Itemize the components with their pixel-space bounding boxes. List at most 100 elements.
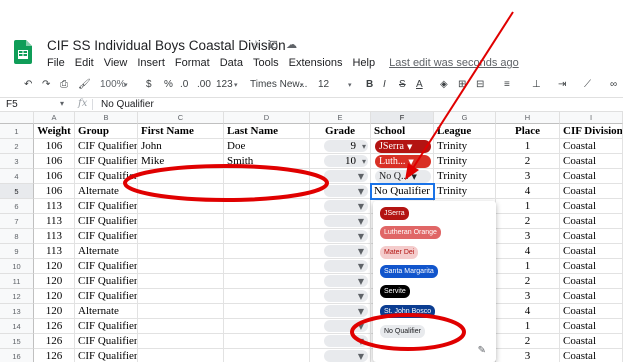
cell-last[interactable]: [224, 319, 310, 334]
cell-group[interactable]: CIF Qualifier: [75, 349, 138, 362]
cell-division[interactable]: Coastal: [560, 184, 623, 199]
cell-first[interactable]: [138, 229, 224, 244]
column-header-a[interactable]: A: [34, 112, 75, 124]
cell-grade[interactable]: 9 ▾: [310, 139, 371, 154]
cell-division[interactable]: Coastal: [560, 229, 623, 244]
zoom-select[interactable]: 100%: [100, 79, 126, 90]
cell-division[interactable]: Coastal: [560, 319, 623, 334]
cell-group[interactable]: CIF Qualifier: [75, 214, 138, 229]
cell-school[interactable]: No Qualifier: [370, 183, 435, 200]
header-cell-weight[interactable]: Weight: [34, 124, 75, 139]
column-header-c[interactable]: C: [138, 112, 224, 124]
horizontal-align-icon[interactable]: ≡: [504, 79, 510, 90]
cell-place[interactable]: 2: [496, 274, 560, 289]
cell-weight[interactable]: 113: [34, 229, 75, 244]
header-cell-first[interactable]: First Name: [138, 124, 224, 139]
cell-first[interactable]: [138, 199, 224, 214]
dropdown-arrow-icon[interactable]: ▼: [358, 304, 364, 318]
dropdown-option[interactable]: JSerra: [380, 207, 409, 220]
dropdown-arrow-icon[interactable]: ▼: [358, 334, 364, 348]
font-family-select[interactable]: Times New...: [250, 79, 307, 90]
cell-last[interactable]: [224, 214, 310, 229]
cell-weight[interactable]: 126: [34, 334, 75, 349]
row-number[interactable]: 13: [0, 304, 34, 319]
select-all-corner[interactable]: [0, 112, 34, 124]
cell-first[interactable]: [138, 334, 224, 349]
cell-place[interactable]: 1: [496, 259, 560, 274]
cell-league[interactable]: Trinity: [434, 169, 496, 184]
vertical-align-icon[interactable]: ⊥: [532, 79, 541, 90]
cell-league[interactable]: Trinity: [434, 139, 496, 154]
row-number[interactable]: 1: [0, 124, 34, 139]
row-number[interactable]: 16: [0, 349, 34, 362]
header-cell-school[interactable]: School: [371, 124, 434, 139]
cell-last[interactable]: [224, 244, 310, 259]
merge-cells-icon[interactable]: ⊟: [476, 79, 484, 90]
cell-first[interactable]: [138, 214, 224, 229]
dropdown-arrow-icon[interactable]: ▼: [358, 259, 364, 273]
dropdown-arrow-icon[interactable]: ▼: [358, 229, 364, 243]
cell-grade[interactable]: ▼: [310, 334, 371, 349]
dropdown-option[interactable]: Mater Dei: [380, 246, 419, 259]
dropdown-arrow-icon[interactable]: ▼: [358, 169, 364, 183]
cell-weight[interactable]: 106: [34, 184, 75, 199]
formula-input[interactable]: No Qualifier: [101, 99, 154, 110]
chip-chevron-icon[interactable]: ▼: [411, 173, 416, 181]
chip-chevron-icon[interactable]: ▼: [407, 143, 412, 151]
cell-division[interactable]: Coastal: [560, 289, 623, 304]
cell-division[interactable]: Coastal: [560, 214, 623, 229]
cell-division[interactable]: Coastal: [560, 154, 623, 169]
column-header-h[interactable]: H: [496, 112, 560, 124]
cell-school[interactable]: No Q... ▼: [371, 169, 434, 184]
column-header-b[interactable]: B: [75, 112, 138, 124]
cell-place[interactable]: 3: [496, 169, 560, 184]
cell-grade[interactable]: ▼: [310, 349, 371, 362]
dropdown-arrow-icon[interactable]: ▼: [358, 244, 364, 258]
dropdown-arrow-icon[interactable]: ▼: [358, 274, 364, 288]
cell-first[interactable]: [138, 319, 224, 334]
font-size-select[interactable]: 12: [318, 79, 329, 90]
dropdown-arrow-icon[interactable]: ▾: [362, 139, 366, 153]
cell-first[interactable]: [138, 184, 224, 199]
cell-division[interactable]: Coastal: [560, 169, 623, 184]
cell-place[interactable]: 3: [496, 289, 560, 304]
cell-last[interactable]: [224, 169, 310, 184]
dropdown-option[interactable]: St. John Bosco: [380, 305, 436, 318]
cell-division[interactable]: Coastal: [560, 274, 623, 289]
cell-last[interactable]: [224, 289, 310, 304]
row-number[interactable]: 7: [0, 214, 34, 229]
name-box-chevron-icon[interactable]: ▾: [60, 99, 64, 108]
cell-first[interactable]: [138, 304, 224, 319]
cell-group[interactable]: CIF Qualifier: [75, 139, 138, 154]
cell-place[interactable]: 3: [496, 229, 560, 244]
cell-division[interactable]: Coastal: [560, 259, 623, 274]
currency-button[interactable]: $: [146, 79, 152, 90]
redo-icon[interactable]: ↷: [42, 79, 50, 90]
header-cell-league[interactable]: League: [434, 124, 496, 139]
cell-division[interactable]: Coastal: [560, 304, 623, 319]
row-number[interactable]: 9: [0, 244, 34, 259]
edit-dropdown-pencil-icon[interactable]: ✎: [478, 345, 486, 356]
row-number[interactable]: 3: [0, 154, 34, 169]
dropdown-option[interactable]: Santa Margarita: [380, 265, 438, 278]
cell-place[interactable]: 1: [496, 319, 560, 334]
cell-group[interactable]: CIF Qualifier: [75, 169, 138, 184]
cell-last[interactable]: [224, 304, 310, 319]
cell-weight[interactable]: 106: [34, 154, 75, 169]
cell-place[interactable]: 2: [496, 154, 560, 169]
cell-place[interactable]: 4: [496, 304, 560, 319]
cell-group[interactable]: CIF Qualifier: [75, 334, 138, 349]
row-number[interactable]: 11: [0, 274, 34, 289]
dropdown-arrow-icon[interactable]: ▼: [358, 214, 364, 228]
cell-last[interactable]: [224, 349, 310, 362]
dropdown-option[interactable]: Lutheran Orange: [380, 226, 441, 239]
cell-grade[interactable]: ▼: [310, 319, 371, 334]
cell-group[interactable]: Alternate: [75, 184, 138, 199]
cell-division[interactable]: Coastal: [560, 199, 623, 214]
text-color-button[interactable]: A: [416, 79, 423, 90]
cell-group[interactable]: Alternate: [75, 304, 138, 319]
menu-file[interactable]: File: [47, 57, 65, 69]
undo-icon[interactable]: ↶: [24, 79, 32, 90]
cell-league[interactable]: Trinity: [434, 184, 496, 199]
row-number[interactable]: 8: [0, 229, 34, 244]
